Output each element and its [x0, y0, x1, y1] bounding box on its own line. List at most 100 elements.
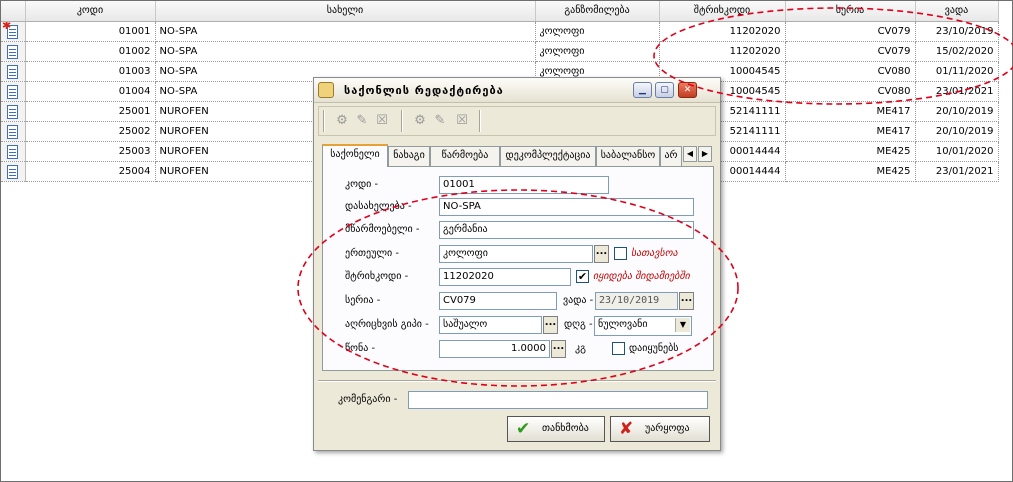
weight-calc-button[interactable]: ...: [551, 340, 566, 358]
series-field[interactable]: CV079: [439, 292, 557, 310]
gear-icon[interactable]: ⚙: [333, 112, 351, 130]
edit-icon[interactable]: ✎: [431, 112, 449, 130]
indicator-header: [1, 1, 26, 22]
cell-name[interactable]: NO-SPA: [155, 41, 536, 62]
vat-select[interactable]: ნულოვანი ▼: [594, 316, 692, 336]
dialog-titlebar[interactable]: საქონლის რედაქტირება ▁ ▢ ✕: [314, 78, 720, 103]
cell-unit[interactable]: კოლოფი: [535, 21, 660, 42]
col-header-unit[interactable]: განზომილება: [535, 1, 660, 22]
cell-series[interactable]: CV079: [785, 41, 916, 62]
cell-code[interactable]: 25004: [25, 161, 156, 182]
barcode-field[interactable]: 11202020: [439, 268, 571, 286]
cell-barcode[interactable]: 11202020: [659, 41, 786, 62]
edit-icon[interactable]: ✎: [353, 112, 371, 130]
dividable-checkbox[interactable]: [612, 342, 625, 355]
delete-icon[interactable]: ☒: [373, 112, 391, 130]
gear-icon[interactable]: ⚙: [411, 112, 429, 130]
cell-series[interactable]: ME417: [785, 121, 916, 142]
delete-icon[interactable]: ☒: [453, 112, 471, 130]
app-icon: [318, 82, 334, 98]
col-header-barcode[interactable]: შტრიხკოდი: [659, 1, 786, 22]
expiry-field[interactable]: 23/10/2019: [595, 292, 678, 310]
document-icon: [7, 104, 18, 119]
minimize-button[interactable]: ▁: [633, 82, 652, 98]
cell-date[interactable]: 20/10/2019: [915, 121, 999, 142]
tab-item[interactable]: საქონელი: [322, 144, 388, 167]
cell-date[interactable]: 15/02/2020: [915, 41, 999, 62]
tab-decomposition[interactable]: დეკომპლექტაცია: [500, 146, 596, 166]
match-checkbox[interactable]: ✔: [576, 270, 589, 283]
toolbar-separator: [401, 110, 403, 132]
divider: [318, 380, 716, 382]
chevron-down-icon[interactable]: ▼: [675, 318, 690, 332]
cross-icon: ✘: [619, 419, 634, 439]
weight-field[interactable]: 1.0000: [439, 340, 550, 358]
toolbar-separator: [479, 110, 481, 132]
row-indicator: [1, 141, 26, 162]
barcode-label: შტრიხკოდი -: [345, 271, 409, 282]
cell-date[interactable]: 20/10/2019: [915, 101, 999, 122]
cell-date[interactable]: 23/01/2021: [915, 161, 999, 182]
cell-code[interactable]: 25002: [25, 121, 156, 142]
cell-series[interactable]: ME425: [785, 161, 916, 182]
cell-code[interactable]: 25001: [25, 101, 156, 122]
cell-code[interactable]: 01001: [25, 21, 156, 42]
cell-code[interactable]: 01003: [25, 61, 156, 82]
unit-field[interactable]: კოლოფი: [439, 245, 593, 263]
maximize-button[interactable]: ▢: [655, 82, 674, 98]
edit-item-dialog: საქონლის რედაქტირება ▁ ▢ ✕ ⚙ ✎ ☒ ⚙ ✎ ☒ ს…: [313, 77, 721, 451]
table-row[interactable]: ✱ 01001 NO-SPA კოლოფი 11202020 CV079 23/10/201…: [1, 21, 999, 42]
cell-series[interactable]: CV080: [785, 61, 916, 82]
accounting-lookup-button[interactable]: ...: [543, 316, 558, 334]
cancel-button[interactable]: ✘ უარყოფა: [610, 416, 710, 442]
col-header-code[interactable]: კოდი: [25, 1, 156, 22]
cell-date[interactable]: 01/11/2020: [915, 61, 999, 82]
comment-field[interactable]: [408, 391, 708, 409]
col-header-series[interactable]: სერია: [785, 1, 916, 22]
ok-button[interactable]: ✔ თანხმობა: [507, 416, 605, 442]
dividable-label: დაიყუნებს: [629, 343, 679, 354]
checkmark-icon: ✔: [516, 419, 531, 439]
name-field[interactable]: NO-SPA: [439, 198, 694, 216]
tab-scroll-right-icon[interactable]: ▶: [698, 146, 712, 162]
cell-name[interactable]: NO-SPA: [155, 21, 536, 42]
header-row: კოდი სახელი განზომილება შტრიხკოდი სერია …: [1, 1, 999, 22]
document-icon: [7, 84, 18, 99]
document-icon: [7, 44, 18, 59]
cell-series[interactable]: CV079: [785, 21, 916, 42]
vat-label: დღგ -: [564, 319, 593, 330]
tab-balance[interactable]: საბალანსო: [596, 146, 660, 166]
expiry-picker-button[interactable]: ...: [679, 292, 694, 310]
cell-barcode[interactable]: 11202020: [659, 21, 786, 42]
close-button[interactable]: ✕: [678, 82, 697, 98]
row-indicator: [1, 101, 26, 122]
table-row[interactable]: 01002 NO-SPA კოლოფი 11202020 CV079 15/02/2020: [1, 41, 999, 62]
service-checkbox[interactable]: [614, 247, 627, 260]
cell-unit[interactable]: კოლოფი: [535, 41, 660, 62]
dialog-toolbar: ⚙ ✎ ☒ ⚙ ✎ ☒: [318, 106, 716, 136]
tab-production[interactable]: წარმოება: [430, 146, 500, 166]
cell-series[interactable]: ME417: [785, 101, 916, 122]
cell-series[interactable]: ME425: [785, 141, 916, 162]
item-tab-panel: კოდი - 01001 დასახელება - NO-SPA მწარმოე…: [322, 166, 714, 371]
code-field[interactable]: 01001: [439, 176, 609, 194]
accounting-type-field[interactable]: საშუალო: [439, 316, 542, 334]
tab-drawing[interactable]: ნახაგი: [388, 146, 430, 166]
col-header-date[interactable]: ვადა: [915, 1, 999, 22]
cell-date[interactable]: 23/10/2019: [915, 21, 999, 42]
cell-series[interactable]: CV080: [785, 81, 916, 102]
tab-more[interactable]: არ: [660, 146, 682, 166]
tab-scroll-left-icon[interactable]: ◀: [683, 146, 697, 162]
accounting-type-label: აღრიცხვის გიპი -: [345, 319, 429, 330]
cell-code[interactable]: 01002: [25, 41, 156, 62]
cell-code[interactable]: 01004: [25, 81, 156, 102]
row-indicator: [1, 161, 26, 182]
col-header-name[interactable]: სახელი: [155, 1, 536, 22]
cell-code[interactable]: 25003: [25, 141, 156, 162]
unit-lookup-button[interactable]: ...: [594, 245, 609, 263]
cell-date[interactable]: 10/01/2020: [915, 141, 999, 162]
unit-label: ერთეული -: [345, 248, 399, 259]
manufacturer-field[interactable]: გერმანია: [439, 221, 694, 239]
cell-date[interactable]: 23/01/2021: [915, 81, 999, 102]
toolbar-separator: [323, 110, 325, 132]
